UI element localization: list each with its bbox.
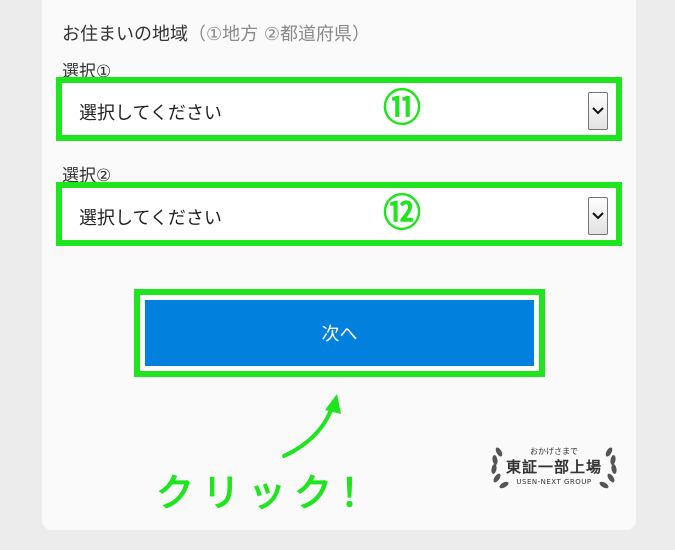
click-annotation: クリック！ xyxy=(156,471,387,515)
region-label-main: お住まいの地域 xyxy=(62,24,188,45)
badge-bottom-text: USEN-NEXT GROUP xyxy=(516,478,592,486)
chevron-down-icon[interactable] xyxy=(588,92,608,130)
region-select-value: 選択してください xyxy=(79,103,222,124)
next-button-highlight: 次へ xyxy=(134,289,545,377)
prefecture-select[interactable]: 選択してください xyxy=(68,193,610,235)
curved-arrow-icon xyxy=(282,394,341,458)
chevron-down-icon[interactable] xyxy=(588,197,608,235)
next-button[interactable]: 次へ xyxy=(145,300,534,366)
region-label: お住まいの地域（①地方 ②都道府県） xyxy=(62,20,370,46)
select2-highlight: 選択してください xyxy=(56,182,622,246)
tse-listing-badge: おかげさまで 東証一部上場 USEN-NEXT GROUP xyxy=(487,442,621,492)
badge-main-text: 東証一部上場 xyxy=(505,458,602,476)
region-select[interactable]: 選択してください xyxy=(68,88,610,130)
select1-highlight: 選択してください xyxy=(56,77,622,141)
region-label-sub: （①地方 ②都道府県） xyxy=(188,24,370,45)
prefecture-select-value: 選択してください xyxy=(79,208,222,229)
callout-number-12: ⑫ xyxy=(382,191,421,235)
callout-number-11: ⑪ xyxy=(382,86,421,130)
